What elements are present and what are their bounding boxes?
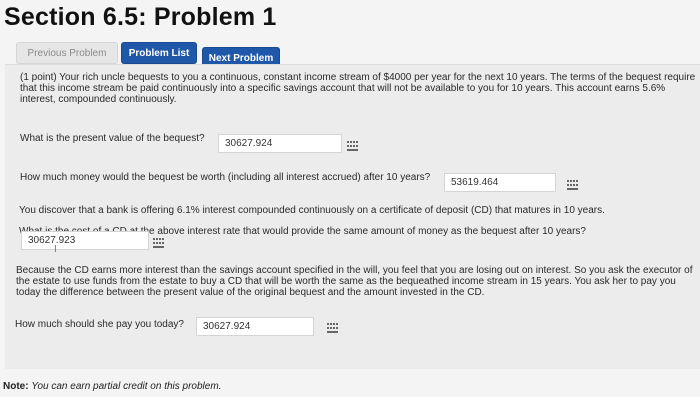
grid-icon[interactable]: [327, 323, 339, 333]
grid-icon[interactable]: [567, 180, 579, 190]
question-payment-today: How much should she pay you today?: [15, 319, 184, 330]
future-value-answer-field[interactable]: 53619.464: [444, 173, 556, 192]
partial-credit-note: Note: You can earn partial credit on thi…: [3, 381, 221, 392]
question-future-value: How much money would the bequest be wort…: [20, 172, 431, 183]
cd-cost-answer-field[interactable]: 30627.923: [21, 231, 149, 250]
present-value-answer-field[interactable]: 30627.924: [218, 134, 342, 153]
grid-icon[interactable]: [347, 141, 359, 151]
note-label: Note:: [3, 381, 29, 392]
problem-intro-line-3: interest, compounded continuously.: [20, 94, 177, 105]
cd-offer-text: You discover that a bank is offering 6.1…: [19, 205, 605, 216]
grid-icon[interactable]: [153, 238, 165, 248]
problem-list-button[interactable]: Problem List: [121, 42, 197, 64]
payment-today-answer-field[interactable]: 30627.924: [196, 317, 314, 336]
text-cursor-icon: I: [54, 244, 57, 255]
question-present-value: What is the present value of the bequest…: [20, 133, 205, 144]
previous-problem-button[interactable]: Previous Problem: [16, 42, 118, 64]
page-title: Section 6.5: Problem 1: [4, 3, 277, 31]
note-text: You can earn partial credit on this prob…: [31, 381, 222, 392]
because-line-3: today the difference between the present…: [16, 287, 485, 298]
